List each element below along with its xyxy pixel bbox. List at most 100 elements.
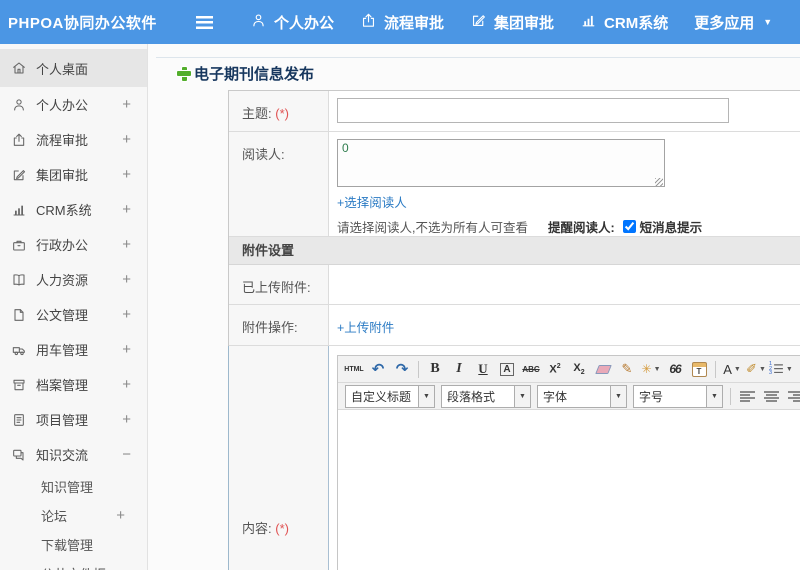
align-left-icon[interactable] <box>736 385 758 407</box>
expand-toggle-icon[interactable]: + <box>122 236 137 253</box>
paint-brush-icon[interactable]: ✎ <box>616 358 638 380</box>
subject-label: 主题: (*) <box>229 91 329 131</box>
undo-icon[interactable]: ↶ <box>367 358 389 380</box>
sidebar-item-admin-office[interactable]: 行政办公 + <box>0 227 147 262</box>
attachment-op-row: 附件操作: +上传附件 <box>229 305 800 346</box>
sidebar: 个人桌面 个人办公 + 流程审批 + 集团审批 + CRM系统 + 行政办公 + 人力资源 + 公文管理 +… <box>0 44 148 570</box>
nav-item-personal-office[interactable]: 个人办公 <box>250 12 334 33</box>
subscript-icon[interactable]: X2 <box>568 358 590 380</box>
readers-hint: 请选择阅读人,不选为所有人可查看 <box>337 221 528 235</box>
sidebar-item-knowledge-management[interactable]: 知识管理 <box>0 472 147 501</box>
sidebar-item-workflow-approval[interactable]: 流程审批 + <box>0 122 147 157</box>
rich-text-editor: HTML↶↷BIUAABCX2X2✎✳▼66TA▼✐▼123☰▼☰ 自定义标题▼… <box>337 355 800 570</box>
expand-toggle-icon[interactable]: + <box>122 271 137 288</box>
chevron-down-icon[interactable]: ▼ <box>418 385 434 407</box>
car-icon <box>11 342 36 358</box>
publish-form: 主题: (*) 阅读人: 0 +选择阅读人 请选择阅读人,不选为所有人可查看 提… <box>228 90 800 570</box>
chat-icon <box>11 447 36 463</box>
paragraph-format-dropdown[interactable]: 段落格式 ▼ <box>441 384 531 408</box>
font-family-dropdown[interactable]: 字体 ▼ <box>537 384 627 408</box>
chart-icon <box>11 202 36 218</box>
subject-row: 主题: (*) <box>229 91 800 132</box>
expand-toggle-icon[interactable]: + <box>122 376 137 393</box>
choose-readers-link[interactable]: +选择阅读人 <box>337 196 407 210</box>
person-icon <box>11 97 36 113</box>
uploaded-attachments-row: 已上传附件: <box>229 265 800 305</box>
sidebar-item-forum[interactable]: 论坛 + <box>0 501 147 530</box>
expand-toggle-icon[interactable]: + <box>122 306 137 323</box>
expand-toggle-icon[interactable]: + <box>122 96 137 113</box>
paste-as-text-icon[interactable]: T <box>688 358 710 380</box>
person-icon <box>250 12 267 33</box>
sidebar-item-knowledge-exchange[interactable]: 知识交流 − <box>0 437 147 472</box>
top-header: PHPOA协同办公软件 个人办公 流程审批 集团审批 CRM系统 更多应用 ▼ <box>0 0 800 44</box>
upload-icon <box>11 132 36 148</box>
subject-input[interactable] <box>337 98 729 123</box>
sidebar-item-document-management[interactable]: 公文管理 + <box>0 297 147 332</box>
italic-icon[interactable]: I <box>448 358 470 380</box>
hamburger-icon[interactable] <box>196 15 213 29</box>
sidebar-item-download-management[interactable]: 下载管理 <box>0 530 147 559</box>
expand-toggle-icon[interactable]: + <box>122 341 137 358</box>
expand-toggle-icon[interactable]: + <box>122 201 137 218</box>
font-color-icon[interactable]: A ▼ <box>721 358 743 380</box>
sidebar-item-crm-system[interactable]: CRM系统 + <box>0 192 147 227</box>
add-plus-icon <box>177 66 191 81</box>
sms-checkbox[interactable] <box>622 220 636 233</box>
align-right-icon[interactable] <box>784 385 800 407</box>
content-row: 内容: (*) HTML ↶ ↷ B I U A ABC X2 X2 ✎ ✳ ▼ 66 T A ▼ ✐ ▼ 1 2 3 ☰ ▼… <box>228 346 800 570</box>
chevron-down-icon[interactable]: ▼ <box>706 385 722 407</box>
redo-icon[interactable]: ↷ <box>391 358 413 380</box>
sidebar-item-archive-management[interactable]: 档案管理 + <box>0 367 147 402</box>
expand-toggle-icon[interactable]: − <box>122 446 137 463</box>
nav-item-more-apps[interactable]: 更多应用 ▼ <box>694 12 772 33</box>
underline-icon[interactable]: U <box>472 358 494 380</box>
sidebar-item-human-resources[interactable]: 人力资源 + <box>0 262 147 297</box>
clipboard-icon <box>11 412 36 428</box>
home-icon <box>11 60 36 76</box>
uploaded-value <box>329 265 800 304</box>
sidebar-item-personal-desktop[interactable]: 个人桌面 <box>0 49 147 87</box>
nav-item-group-approval[interactable]: 集团审批 <box>470 12 554 33</box>
top-nav: 个人办公 流程审批 集团审批 CRM系统 更多应用 ▼ <box>237 12 785 33</box>
superscript-icon[interactable]: X2 <box>544 358 566 380</box>
html-source-icon[interactable]: HTML <box>343 358 365 380</box>
attachment-section-header: 附件设置 <box>229 237 800 265</box>
archive-icon <box>11 377 36 393</box>
chevron-down-icon[interactable]: ▼ <box>610 385 626 407</box>
ordered-list-icon[interactable]: 1 2 3 ☰ ▼ <box>769 358 793 380</box>
upload-attachment-link[interactable]: +上传附件 <box>337 321 394 335</box>
expand-toggle-icon[interactable]: + <box>122 131 137 148</box>
sidebar-item-public-file-cabinet[interactable]: 公共文件柜 <box>0 559 147 570</box>
unordered-list-icon[interactable]: ☰ <box>795 358 800 380</box>
sidebar-item-project-management[interactable]: 项目管理 + <box>0 402 147 437</box>
required-mark: (*) <box>275 521 289 536</box>
custom-heading-dropdown[interactable]: 自定义标题 ▼ <box>345 384 435 408</box>
sidebar-item-personal-office[interactable]: 个人办公 + <box>0 87 147 122</box>
toolbar-separator <box>715 360 716 378</box>
sidebar-item-vehicle-management[interactable]: 用车管理 + <box>0 332 147 367</box>
readers-row: 阅读人: 0 +选择阅读人 请选择阅读人,不选为所有人可查看 提醒阅读人: 短消… <box>229 132 800 237</box>
font-border-icon[interactable]: A <box>496 358 518 380</box>
upload-icon <box>360 12 377 33</box>
blockquote-icon[interactable]: 66 <box>664 358 686 380</box>
edit-icon <box>470 12 487 33</box>
sidebar-item-group-approval[interactable]: 集团审批 + <box>0 157 147 192</box>
font-size-dropdown[interactable]: 字号 ▼ <box>633 384 723 408</box>
nav-item-workflow-approval[interactable]: 流程审批 <box>360 12 444 33</box>
chevron-down-icon: ▼ <box>763 17 773 27</box>
align-center-icon[interactable] <box>760 385 782 407</box>
expand-toggle-icon[interactable]: + <box>122 166 137 183</box>
readers-textarea[interactable]: 0 <box>337 139 665 187</box>
chevron-down-icon[interactable]: ▼ <box>514 385 530 407</box>
expand-toggle-icon[interactable]: + <box>116 507 137 524</box>
eraser-icon[interactable] <box>592 358 614 380</box>
strikethrough-icon[interactable]: ABC <box>520 358 542 380</box>
nav-item-crm-system[interactable]: CRM系统 <box>580 12 668 33</box>
expand-toggle-icon[interactable]: + <box>122 411 137 428</box>
editor-toolbar-row-2: 自定义标题▼段落格式▼字体▼字号▼∞∞⁄ <box>338 383 800 410</box>
highlight-pen-icon[interactable]: ✐ ▼ <box>745 358 767 380</box>
bold-icon[interactable]: B <box>424 358 446 380</box>
editor-content-area[interactable] <box>338 410 800 570</box>
auto-format-icon[interactable]: ✳ ▼ <box>640 358 662 380</box>
